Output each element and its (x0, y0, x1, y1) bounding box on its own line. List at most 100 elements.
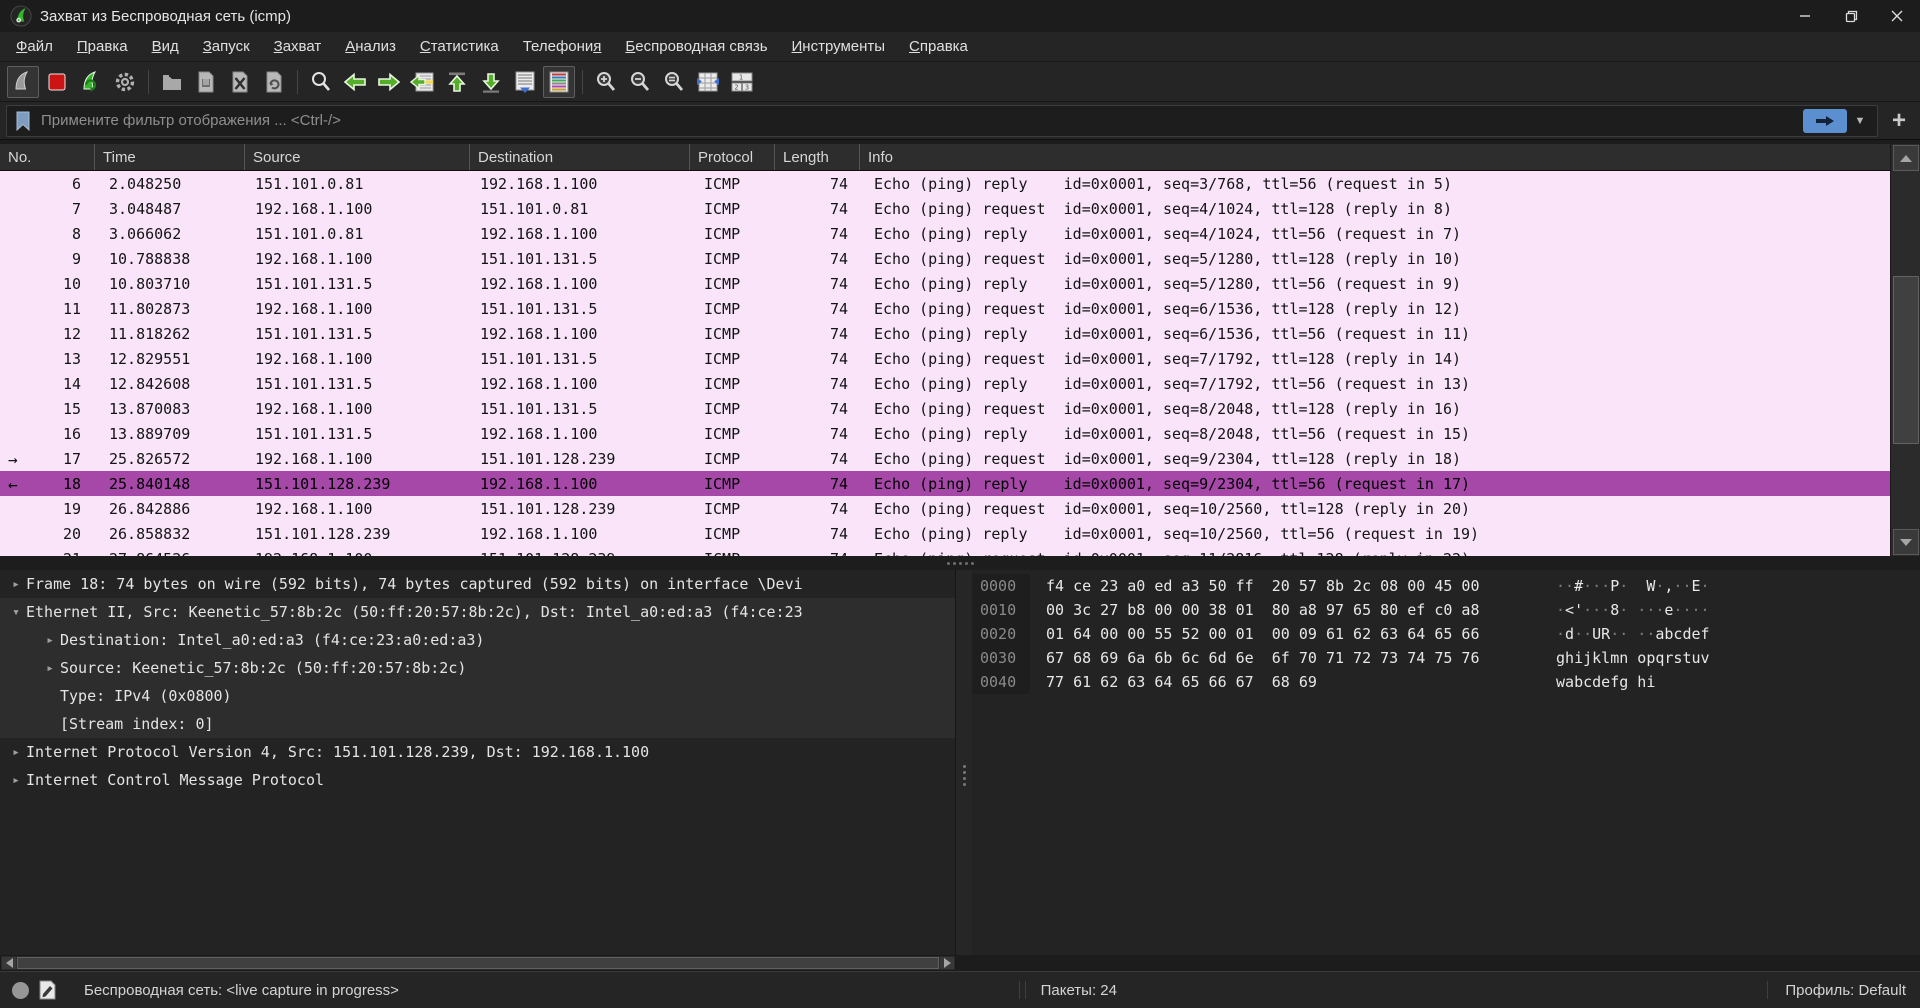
menu-item[interactable]: Захват (262, 38, 334, 55)
restore-button[interactable] (1828, 0, 1874, 32)
detail-tree-row[interactable]: ▸ Source: Keenetic_57:8b:2c (50:ff:20:57:… (0, 654, 955, 682)
menu-item[interactable]: Справка (897, 38, 980, 55)
packet-row[interactable]: 11 11.802873 192.168.1.100 151.101.131.5 ICM… (0, 296, 1890, 321)
expand-arrow-icon[interactable]: ▸ (40, 633, 60, 648)
zoom-in-icon[interactable] (590, 66, 622, 98)
detail-tree-row[interactable]: ▸ Frame 18: 74 bytes on wire (592 bits), … (0, 570, 955, 598)
scroll-down-button[interactable] (1893, 529, 1919, 555)
menu-item[interactable]: Правка (65, 38, 140, 55)
packet-row[interactable]: 7 3.048487 192.168.1.100 151.101.0.81 ICMP 74… (0, 196, 1890, 221)
packet-row[interactable]: 19 26.842886 192.168.1.100 151.101.128.239 I… (0, 496, 1890, 521)
expand-arrow-icon[interactable]: ▸ (40, 661, 60, 676)
packet-row[interactable]: 18 ← 25.840148 151.101.128.239 192.168.1.100… (0, 471, 1890, 496)
expert-info-icon[interactable] (12, 981, 29, 999)
apply-filter-button[interactable] (1803, 108, 1847, 133)
restart-capture-icon[interactable] (75, 66, 107, 98)
menu-item[interactable]: Запуск (191, 38, 262, 55)
scroll-right-button[interactable] (940, 957, 954, 969)
menu-item[interactable]: Инструменты (780, 38, 898, 55)
packet-row[interactable]: 9 10.788838 192.168.1.100 151.101.131.5 ICMP… (0, 246, 1890, 271)
collapse-arrow-icon[interactable]: ▾ (6, 605, 26, 620)
pane-splitter-vertical[interactable] (956, 570, 972, 955)
colorize-packets-icon[interactable] (543, 65, 575, 98)
filter-bookmark-icon[interactable] (13, 110, 33, 132)
packet-list-vertical-scrollbar[interactable] (1890, 144, 1920, 556)
next-packet-icon[interactable] (373, 66, 405, 98)
profile-text[interactable]: Профиль: Default (1785, 982, 1906, 999)
detail-tree-row[interactable]: ▸ Destination: Intel_a0:ed:a3 (f4:ce:23:a… (0, 626, 955, 654)
close-button[interactable] (1874, 0, 1920, 32)
packet-row[interactable]: 17 → 25.826572 192.168.1.100 151.101.128.239… (0, 446, 1890, 471)
zoom-out-icon[interactable] (624, 66, 656, 98)
packet-row[interactable]: 13 12.829551 192.168.1.100 151.101.131.5 ICM… (0, 346, 1890, 371)
resize-columns-icon[interactable] (692, 66, 724, 98)
auto-scroll-icon[interactable] (509, 66, 541, 98)
hscrollbar-thumb[interactable] (17, 957, 939, 969)
close-file-icon[interactable] (224, 66, 256, 98)
stop-capture-icon[interactable] (41, 66, 73, 98)
packet-row[interactable]: 15 13.870083 192.168.1.100 151.101.131.5 ICM… (0, 396, 1890, 421)
reload-file-icon[interactable] (258, 66, 290, 98)
capture-comment-icon[interactable] (39, 980, 56, 1000)
last-packet-icon[interactable] (475, 66, 507, 98)
detail-tree-row[interactable]: [Stream index: 0] (0, 710, 955, 738)
column-header[interactable]: Source (245, 144, 470, 170)
menu-item[interactable]: Телефония (511, 38, 614, 55)
column-header[interactable]: Length (775, 144, 860, 170)
title-bar: Захват из Беспроводная сеть (icmp) (0, 0, 1920, 32)
packet-row[interactable]: 2127.864526192.168.1.100151.101.128.239I… (0, 546, 1890, 556)
go-to-packet-icon[interactable] (407, 66, 439, 98)
hex-row[interactable]: 0040 77 61 62 63 64 65 66 67 68 69 wabcdef… (972, 670, 1920, 694)
menu-item[interactable]: Беспроводная связь (613, 38, 779, 55)
scroll-left-button[interactable] (2, 957, 16, 969)
column-header[interactable]: Time (95, 144, 245, 170)
display-filter-field[interactable]: ▼ (6, 104, 1878, 137)
scroll-up-button[interactable] (1893, 145, 1919, 171)
expand-arrow-icon[interactable]: ▸ (6, 577, 26, 592)
menu-item[interactable]: Анализ (333, 38, 408, 55)
column-header[interactable]: Destination (470, 144, 690, 170)
hex-row[interactable]: 0020 01 64 00 00 55 52 00 01 00 09 61 62 … (972, 622, 1920, 646)
expand-arrow-icon[interactable]: ▸ (6, 745, 26, 760)
detail-horizontal-scrollbar[interactable] (0, 955, 956, 971)
packet-row[interactable]: 8 3.066062 151.101.0.81 192.168.1.100 ICMP 74… (0, 221, 1890, 246)
detail-tree-row[interactable]: ▸ Internet Protocol Version 4, Src: 151.1… (0, 738, 955, 766)
pane-splitter-horizontal[interactable] (0, 556, 1920, 570)
svg-text:1: 1 (739, 73, 743, 81)
hex-row[interactable]: 0010 00 3c 27 b8 00 00 38 01 80 a8 97 65 … (972, 598, 1920, 622)
packet-row[interactable]: 20 26.858832 151.101.128.239 192.168.1.100 I… (0, 521, 1890, 546)
start-capture-icon[interactable] (7, 65, 39, 98)
minimize-button[interactable] (1782, 0, 1828, 32)
packet-row[interactable]: 14 12.842608 151.101.131.5 192.168.1.100 ICM… (0, 371, 1890, 396)
packet-row[interactable]: 10 10.803710 151.101.131.5 192.168.1.100 ICM… (0, 271, 1890, 296)
column-header[interactable]: No. (0, 144, 95, 170)
column-header[interactable]: Info (860, 144, 1890, 170)
scrollbar-thumb[interactable] (1893, 276, 1919, 444)
expand-arrow-icon[interactable]: ▸ (6, 773, 26, 788)
hex-row[interactable]: 0000 f4 ce 23 a0 ed a3 50 ff 20 57 8b 2c … (972, 574, 1920, 598)
menu-item[interactable]: Вид (140, 38, 191, 55)
column-header[interactable]: Protocol (690, 144, 775, 170)
zoom-reset-icon[interactable] (658, 66, 690, 98)
display-filter-input[interactable] (39, 111, 1803, 130)
first-packet-icon[interactable] (441, 66, 473, 98)
packet-row[interactable]: 6 2.048250 151.101.0.81 192.168.1.100 ICMP 74… (0, 171, 1890, 196)
filter-dropdown-caret[interactable]: ▼ (1847, 109, 1873, 133)
wireshark-logo-icon (10, 5, 32, 27)
find-packet-icon[interactable] (305, 66, 337, 98)
hex-row[interactable]: 0030 67 68 69 6a 6b 6c 6d 6e 6f 70 71 72 … (972, 646, 1920, 670)
packet-row[interactable]: 12 11.818262 151.101.131.5 192.168.1.100 ICM… (0, 321, 1890, 346)
menu-item[interactable]: Файл (4, 38, 65, 55)
capture-options-icon[interactable] (109, 66, 141, 98)
packet-list-header: No. Time Source Destination Protocol Length In… (0, 144, 1890, 171)
save-file-icon[interactable] (190, 66, 222, 98)
menu-item[interactable]: Статистика (408, 38, 511, 55)
detail-tree-row[interactable]: Type: IPv4 (0x0800) (0, 682, 955, 710)
previous-packet-icon[interactable] (339, 66, 371, 98)
layout-icon[interactable]: 1 2 3 (726, 66, 758, 98)
open-file-icon[interactable] (156, 66, 188, 98)
detail-tree-row[interactable]: ▾ Ethernet II, Src: Keenetic_57:8b:2c (50… (0, 598, 955, 626)
detail-tree-row[interactable]: ▸ Internet Control Message Protocol (0, 766, 955, 794)
add-filter-button-plus[interactable]: + (1884, 106, 1914, 136)
packet-row[interactable]: 16 13.889709 151.101.131.5 192.168.1.100 ICM… (0, 421, 1890, 446)
